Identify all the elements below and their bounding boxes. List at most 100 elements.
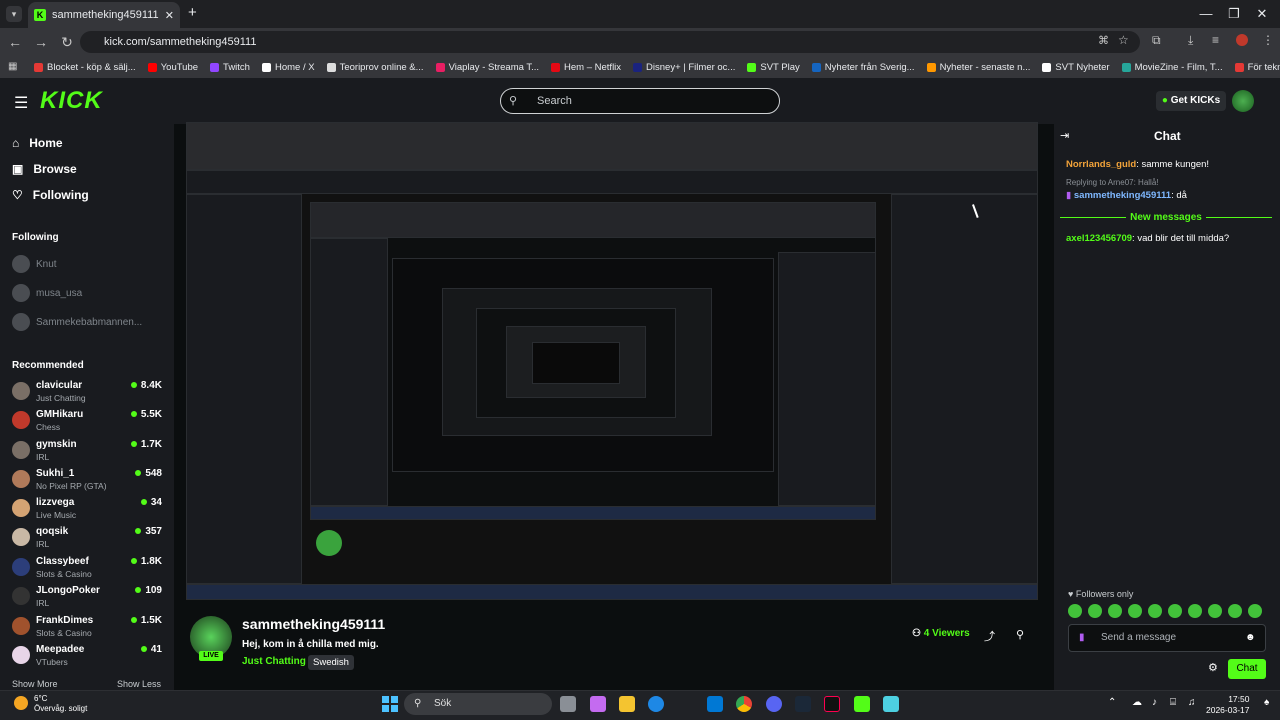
- recommended-item[interactable]: lizzvega Live Music 34: [12, 495, 162, 523]
- stream-category-link[interactable]: Just Chatting: [242, 656, 306, 667]
- bookmark-blocket[interactable]: Blocket - köp & sälj...: [34, 62, 136, 73]
- volume-icon[interactable]: ♫: [1188, 697, 1196, 708]
- bookmark-netflix[interactable]: Hem – Netflix: [551, 62, 621, 73]
- chat-input[interactable]: ▮ Send a message ☻: [1068, 624, 1266, 652]
- extensions-icon[interactable]: ⧉: [1152, 33, 1161, 48]
- copilot-icon[interactable]: [590, 696, 606, 712]
- weather-widget[interactable]: 6°C Övervåg. soligt: [34, 694, 87, 714]
- bookmark-nyheter-senaste[interactable]: Nyheter - senaste n...: [926, 62, 1030, 73]
- share-icon[interactable]: ⤴: [984, 628, 995, 644]
- search-input[interactable]: ⚲ Search: [500, 88, 780, 114]
- tab-list-button[interactable]: ▾: [6, 6, 22, 22]
- recommended-item[interactable]: GMHikaru Chess 5.5K: [12, 407, 162, 435]
- bookmark-svtplay[interactable]: SVT Play: [747, 62, 800, 73]
- following-item[interactable]: Sammekebabmannen...: [12, 313, 142, 331]
- bookmark-disney[interactable]: Disney+ | Filmer oc...: [633, 62, 735, 73]
- emote-icon[interactable]: [1068, 604, 1082, 618]
- forward-icon[interactable]: →: [28, 34, 54, 50]
- video-player[interactable]: [186, 122, 1038, 600]
- bookmark-moviezine[interactable]: MovieZine - Film, T...: [1121, 62, 1223, 73]
- network-icon[interactable]: ⌸: [1170, 697, 1176, 708]
- user-avatar[interactable]: [1232, 90, 1254, 112]
- emote-icon[interactable]: [1168, 604, 1182, 618]
- get-kicks-button[interactable]: ● Get KICKs: [1156, 91, 1226, 111]
- task-view-icon[interactable]: [560, 696, 576, 712]
- download-icon[interactable]: ⤓: [1188, 33, 1193, 48]
- bookmark-youtube[interactable]: YouTube: [147, 62, 198, 73]
- emote-icon[interactable]: [1248, 604, 1262, 618]
- close-window-button[interactable]: ✕: [1244, 0, 1280, 28]
- bookmark-viaplay[interactable]: Viaplay - Streama T...: [435, 62, 539, 73]
- emote-icon[interactable]: [1128, 604, 1142, 618]
- bookmark-nyheter-sverige[interactable]: Nyheter från Sverig...: [811, 62, 915, 73]
- tiktok-icon[interactable]: [824, 696, 840, 712]
- discord-icon[interactable]: [766, 696, 782, 712]
- recommended-item[interactable]: qoqsik IRL 357: [12, 524, 162, 552]
- emote-icon[interactable]: [1228, 604, 1242, 618]
- following-item[interactable]: musa_usa: [12, 284, 82, 302]
- youtube-icon: [147, 62, 157, 72]
- language-tag[interactable]: Swedish: [308, 655, 354, 670]
- bookmark-twitch[interactable]: Twitch: [210, 62, 250, 73]
- profile-icon[interactable]: [1236, 34, 1248, 46]
- apps-grid-icon[interactable]: ▦: [8, 61, 17, 72]
- recommended-item[interactable]: clavicular Just Chatting 8.4K: [12, 378, 162, 406]
- emote-icon[interactable]: [1148, 604, 1162, 618]
- emoji-icon[interactable]: ☻: [1245, 625, 1256, 651]
- tray-chevron-icon[interactable]: ⌃: [1108, 697, 1116, 708]
- sidebar-item-home[interactable]: ⌂ Home: [12, 136, 63, 150]
- follow-icon[interactable]: ⚲: [1016, 628, 1024, 641]
- recommended-item[interactable]: Classybeef Slots & Casino 1.8K: [12, 554, 162, 582]
- emote-icon[interactable]: [1088, 604, 1102, 618]
- translate-icon[interactable]: ⌘: [1098, 34, 1109, 47]
- weather-icon[interactable]: [14, 696, 28, 710]
- edge-icon[interactable]: [648, 696, 664, 712]
- url-field[interactable]: kick.com/sammetheking459111: [80, 31, 1140, 53]
- microphone-icon[interactable]: ♪: [1152, 697, 1157, 708]
- taskbar-search[interactable]: ⚲ Sök: [404, 693, 552, 715]
- menu-dots-icon[interactable]: ⋮: [1262, 33, 1274, 47]
- sidebar-item-browse[interactable]: ▣ Browse: [12, 162, 77, 176]
- kick-favicon-icon: K: [34, 9, 46, 21]
- recommended-item[interactable]: JLongoPoker IRL 109: [12, 583, 162, 611]
- show-less-link[interactable]: Show Less: [117, 679, 161, 689]
- browser-tab[interactable]: K sammetheking459111 Stream ✕: [28, 2, 180, 28]
- channel-name[interactable]: sammetheking459111: [242, 616, 385, 632]
- file-explorer-icon[interactable]: [619, 696, 635, 712]
- send-chat-button[interactable]: Chat: [1228, 659, 1266, 679]
- sidebar-item-following[interactable]: ♡ Following: [12, 188, 89, 202]
- kick-logo[interactable]: KICK: [40, 87, 103, 115]
- notepad-icon[interactable]: [883, 696, 899, 712]
- clock[interactable]: 17:50 2026-03-17: [1206, 694, 1249, 716]
- tab-close-icon[interactable]: ✕: [165, 9, 174, 22]
- back-icon[interactable]: ←: [2, 34, 28, 50]
- show-more-link[interactable]: Show More: [12, 679, 58, 689]
- media-icon[interactable]: ≡: [1212, 33, 1219, 47]
- recommended-item[interactable]: gymskin IRL 1.7K: [12, 437, 162, 465]
- chat-message: Norrlands_guld: samme kungen!: [1066, 159, 1210, 170]
- chrome-icon[interactable]: [736, 696, 752, 712]
- recommended-item[interactable]: FrankDimes Slots & Casino 1.5K: [12, 613, 162, 641]
- hamburger-menu-icon[interactable]: ☰: [14, 93, 28, 113]
- bookmark-x[interactable]: Home / X: [261, 62, 315, 73]
- recommended-item[interactable]: Sukhi_1 No Pixel RP (GTA) 548: [12, 466, 162, 494]
- windows-start-icon[interactable]: [382, 696, 398, 712]
- settings-gear-icon[interactable]: ⚙: [1208, 661, 1218, 674]
- bookmark-svt-nyheter[interactable]: SVT Nyheter: [1042, 62, 1110, 73]
- new-tab-button[interactable]: +: [188, 4, 197, 21]
- following-item[interactable]: Knut: [12, 255, 57, 273]
- recommended-item[interactable]: Meepadee VTubers 41: [12, 642, 162, 670]
- bookmark-star-icon[interactable]: ☆: [1118, 33, 1129, 47]
- onedrive-icon[interactable]: ☁: [1132, 697, 1142, 708]
- bookmark-tekniken[interactable]: För tekniken vi älska...: [1234, 62, 1280, 73]
- emote-icon[interactable]: [1108, 604, 1122, 618]
- emote-icon[interactable]: [1208, 604, 1222, 618]
- mail-icon[interactable]: [707, 696, 723, 712]
- notification-bell-icon[interactable]: ♠: [1264, 697, 1269, 708]
- emote-icon[interactable]: [1188, 604, 1202, 618]
- steam-icon[interactable]: [795, 696, 811, 712]
- kick-app-icon[interactable]: [854, 696, 870, 712]
- bookmark-teoriprov[interactable]: Teoriprov online &...: [326, 62, 424, 73]
- collapse-chat-icon[interactable]: ⇥: [1060, 129, 1069, 142]
- reload-icon[interactable]: ↻: [54, 34, 80, 51]
